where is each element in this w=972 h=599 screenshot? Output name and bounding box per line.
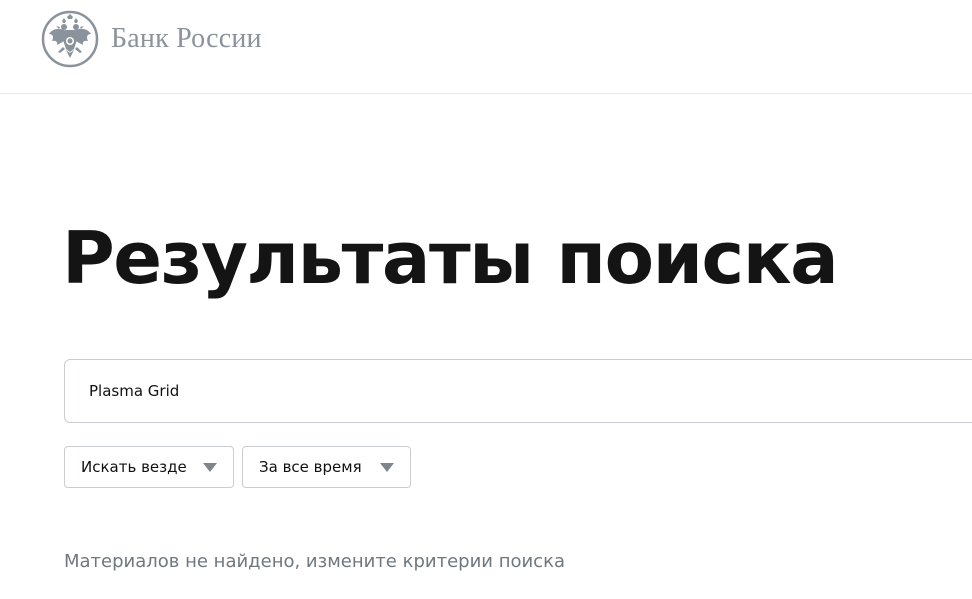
- logo-text: Банк России: [111, 23, 262, 54]
- search-scope-label: Искать везде: [81, 458, 187, 476]
- time-period-label: За все время: [259, 458, 362, 476]
- time-period-dropdown[interactable]: За все время: [242, 446, 411, 488]
- chevron-down-icon: [380, 463, 394, 472]
- search-input[interactable]: [89, 360, 949, 422]
- home-logo-link[interactable]: Банк России: [41, 10, 262, 68]
- search-scope-dropdown[interactable]: Искать везде: [64, 446, 234, 488]
- site-header: Банк России: [0, 0, 972, 94]
- page-title: Результаты поиска: [62, 216, 839, 300]
- eagle-emblem-icon: [41, 10, 99, 68]
- chevron-down-icon: [203, 463, 217, 472]
- empty-results-message: Материалов не найдено, измените критерии…: [64, 551, 565, 572]
- search-field: [64, 359, 972, 423]
